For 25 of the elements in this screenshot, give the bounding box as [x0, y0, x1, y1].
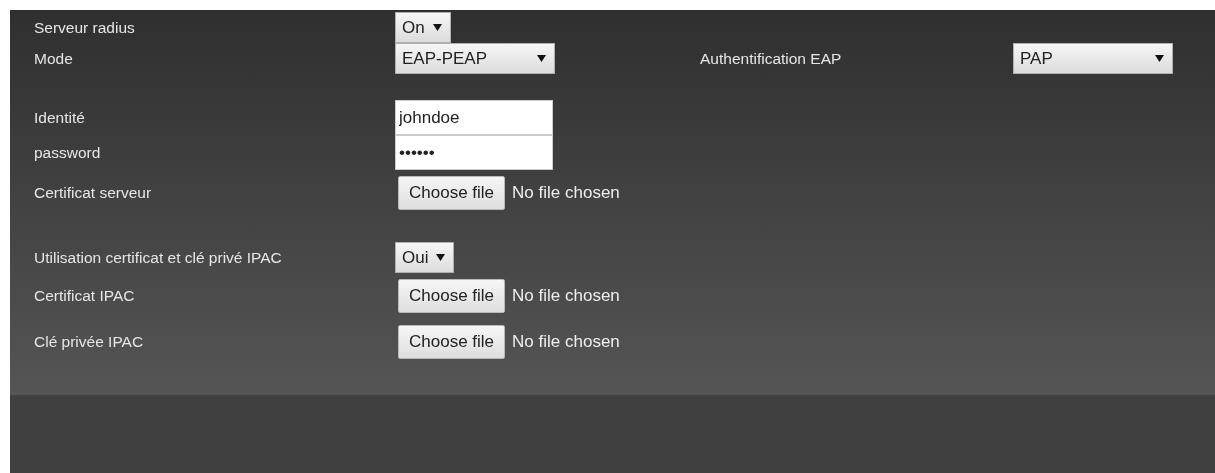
dropdown[interactable]: On	[395, 12, 451, 43]
caret-icon	[436, 253, 446, 262]
dropdown[interactable]: Oui	[395, 242, 455, 273]
file-status: No file chosen	[512, 182, 620, 205]
field-label: Clé privée IPAC	[33, 332, 145, 353]
choose-file-button[interactable]: Choose file	[398, 325, 506, 359]
choose-file-button[interactable]: Choose file	[398, 279, 506, 313]
dropdown[interactable]: EAP-PEAP	[395, 43, 555, 74]
field-label: Utilisation certificat et clé privé IPAC	[33, 247, 283, 268]
file-status: No file chosen	[512, 331, 620, 354]
caret-icon	[432, 23, 442, 32]
caret-icon	[1155, 54, 1164, 63]
field-label: Mode	[33, 48, 74, 69]
caret-icon	[537, 54, 546, 63]
choose-file-button[interactable]: Choose file	[398, 176, 506, 210]
field-label: Certificat IPAC	[33, 286, 136, 307]
file-status: No file chosen	[512, 285, 620, 308]
password-field[interactable]: ••••••	[395, 135, 553, 170]
input-field[interactable]: johndoe	[395, 100, 553, 135]
dropdown[interactable]: PAP	[1013, 43, 1173, 74]
field-label: Identité	[33, 107, 86, 128]
field-label: Certificat serveur	[33, 183, 153, 204]
field-label: Serveur radius	[33, 17, 136, 38]
field-label: Authentification EAP	[699, 48, 843, 69]
field-label: password	[33, 142, 102, 163]
